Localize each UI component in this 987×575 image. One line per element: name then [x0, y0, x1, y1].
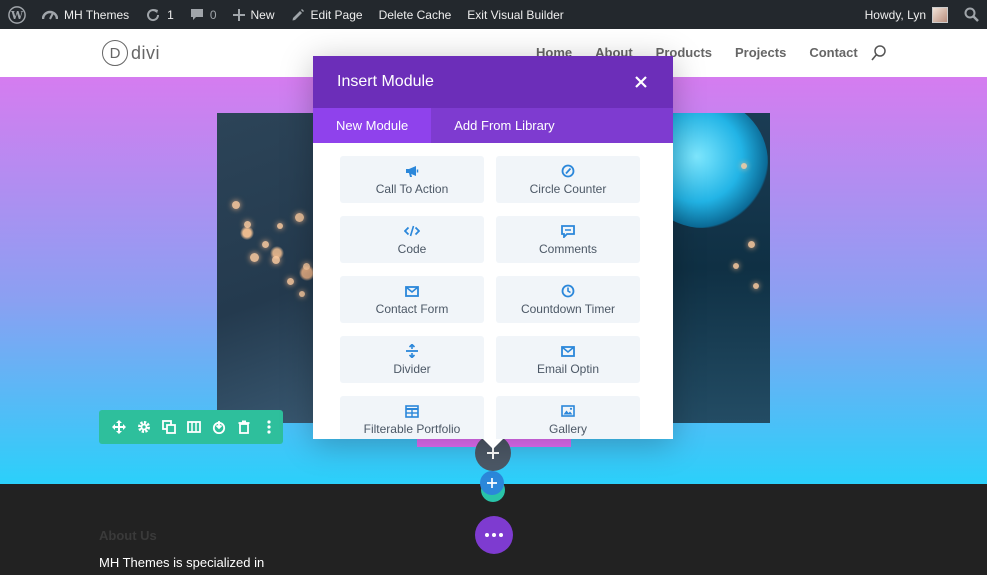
- new-label: New: [250, 7, 275, 22]
- edit-page-label: Edit Page: [310, 7, 363, 22]
- builder-page-settings-button[interactable]: [475, 516, 513, 554]
- megaphone-icon: [404, 163, 420, 179]
- site-name: MH Themes: [64, 7, 130, 22]
- module-countdown-timer[interactable]: Countdown Timer: [496, 276, 640, 323]
- wordpress-logo-button[interactable]: W: [0, 0, 34, 29]
- more-options-icon[interactable]: [261, 419, 277, 435]
- gear-icon[interactable]: [136, 419, 152, 435]
- modal-tabs: New Module Add From Library: [313, 108, 673, 143]
- module-label: Divider: [393, 362, 431, 376]
- close-button[interactable]: [631, 72, 651, 92]
- nav-item-contact[interactable]: Contact: [809, 45, 857, 60]
- nav-item-projects[interactable]: Projects: [735, 45, 786, 60]
- updates-count: 1: [167, 7, 174, 22]
- envelope-icon: [404, 283, 420, 299]
- module-label: Filterable Portfolio: [363, 422, 461, 436]
- module-label: Contact Form: [375, 302, 449, 316]
- wordpress-icon: W: [8, 5, 26, 24]
- dashboard-icon: [42, 10, 58, 19]
- bokeh-lights: [217, 113, 313, 423]
- orb-image-section: [673, 113, 770, 423]
- logo-text: divi: [131, 42, 161, 63]
- module-gallery[interactable]: Gallery: [496, 396, 640, 439]
- search-icon: [964, 7, 979, 22]
- image-icon: [560, 403, 576, 419]
- module-call-to-action[interactable]: Call To Action: [340, 156, 484, 203]
- comment-bubble-icon: [190, 8, 203, 20]
- envelope-icon: [560, 343, 576, 359]
- plus-icon: [232, 8, 245, 21]
- comments-count: 0: [209, 7, 217, 22]
- exit-builder-label: Exit Visual Builder: [467, 7, 564, 22]
- glowing-orb: [673, 113, 768, 228]
- module-circle-counter[interactable]: Circle Counter: [496, 156, 640, 203]
- save-to-library-icon[interactable]: [211, 419, 227, 435]
- about-title: About Us: [99, 528, 157, 543]
- clock-icon: [560, 283, 576, 299]
- module-list[interactable]: Call To Action Circle Counter Code Comme…: [313, 143, 673, 439]
- comment-icon: [560, 223, 576, 239]
- tab-new-module[interactable]: New Module: [313, 108, 432, 143]
- edit-page-link[interactable]: Edit Page: [283, 0, 371, 29]
- svg-text:W: W: [10, 9, 24, 22]
- delete-cache-label: Delete Cache: [378, 7, 452, 22]
- refresh-icon: [147, 8, 160, 21]
- circle-counter-icon: [560, 163, 576, 179]
- avatar: [932, 6, 948, 23]
- module-label: Code: [397, 242, 427, 256]
- module-label: Circle Counter: [529, 182, 607, 196]
- tab-add-from-library[interactable]: Add From Library: [431, 108, 577, 143]
- module-label: Comments: [538, 242, 597, 256]
- site-name-menu[interactable]: MH Themes: [34, 0, 137, 29]
- grid-icon: [404, 403, 420, 419]
- module-divider[interactable]: Divider: [340, 336, 484, 383]
- module-label: Countdown Timer: [520, 302, 616, 316]
- code-icon: [404, 223, 420, 239]
- module-email-optin[interactable]: Email Optin: [496, 336, 640, 383]
- divider-icon: [404, 343, 420, 359]
- new-content-menu[interactable]: New: [225, 0, 283, 29]
- delete-cache-link[interactable]: Delete Cache: [371, 0, 460, 29]
- module-label: Call To Action: [375, 182, 449, 196]
- module-code[interactable]: Code: [340, 216, 484, 263]
- module-label: Gallery: [548, 422, 587, 436]
- insert-module-modal: Insert Module New Module Add From Librar…: [313, 56, 673, 439]
- columns-icon[interactable]: [186, 419, 202, 435]
- exit-visual-builder-link[interactable]: Exit Visual Builder: [459, 0, 572, 29]
- module-contact-form[interactable]: Contact Form: [340, 276, 484, 323]
- howdy-text: Howdy, Lyn: [864, 7, 926, 22]
- comments-link[interactable]: 0: [182, 0, 225, 29]
- module-filterable-portfolio[interactable]: Filterable Portfolio: [340, 396, 484, 439]
- modal-header: Insert Module: [313, 56, 673, 108]
- about-text: MH Themes is specialized in: [99, 555, 265, 570]
- search-icon[interactable]: [871, 45, 887, 62]
- site-logo[interactable]: D divi: [102, 40, 160, 66]
- admin-bar: W MH Themes 1 0 New Edit Page Delete Cac…: [0, 0, 987, 29]
- add-row-button[interactable]: [480, 471, 504, 495]
- row-settings-toolbar: [99, 410, 283, 444]
- modal-title: Insert Module: [337, 73, 434, 90]
- trash-icon[interactable]: [236, 419, 252, 435]
- account-menu[interactable]: Howdy, Lyn: [857, 0, 956, 29]
- modal-pointer-arrow: [483, 439, 503, 449]
- pencil-icon: [292, 8, 304, 20]
- module-label: Email Optin: [536, 362, 600, 376]
- plus-icon: [487, 478, 497, 488]
- logo-mark: D: [102, 40, 128, 66]
- admin-search-button[interactable]: [956, 0, 987, 29]
- duplicate-icon[interactable]: [161, 419, 177, 435]
- updates-link[interactable]: 1: [137, 0, 182, 29]
- close-icon: [635, 76, 647, 88]
- ellipsis-icon: [485, 533, 503, 537]
- move-icon[interactable]: [111, 419, 127, 435]
- module-comments[interactable]: Comments: [496, 216, 640, 263]
